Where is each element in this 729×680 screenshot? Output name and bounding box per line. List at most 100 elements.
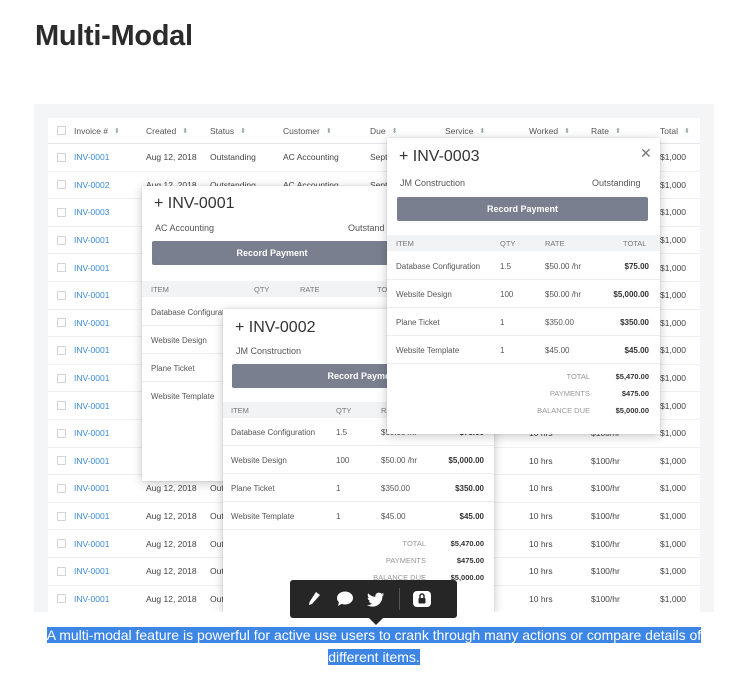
row-checkbox[interactable]: [57, 144, 66, 171]
col-rate: RATE: [300, 285, 320, 294]
sort-icon[interactable]: ⬍: [479, 127, 485, 135]
sort-icon[interactable]: ⬍: [615, 127, 621, 135]
cell-total: $1,000: [660, 345, 686, 356]
cell-invoice[interactable]: INV-0001: [74, 392, 109, 419]
pencil-icon[interactable]: [302, 587, 326, 611]
cell-due: Sept: [370, 152, 388, 163]
row-checkbox[interactable]: [57, 558, 66, 585]
cell-total: $1,000: [660, 290, 686, 301]
selection-share-toolbar: [290, 580, 457, 618]
cell-invoice[interactable]: INV-0001: [74, 144, 109, 171]
sort-icon[interactable]: ⬍: [114, 127, 120, 135]
item-rate: $50.00 /hr: [545, 290, 582, 299]
cell-invoice[interactable]: INV-0001: [74, 420, 109, 447]
cell-total: $1,000: [660, 566, 686, 577]
column-header-label: Status: [210, 125, 235, 136]
cell-invoice[interactable]: INV-0002: [74, 172, 109, 199]
summary-value: $5,470.00: [450, 539, 484, 548]
cell-invoice[interactable]: INV-0001: [74, 227, 109, 254]
item-rate: $50.00 /hr: [381, 456, 418, 465]
cell-worked: 10 hrs: [529, 511, 553, 522]
row-checkbox[interactable]: [57, 254, 66, 281]
item-item: Website Template: [396, 346, 460, 355]
column-header-invoice[interactable]: Invoice # ⬍: [74, 118, 120, 143]
cell-rate: $100/hr: [591, 593, 620, 604]
cell-invoice[interactable]: INV-0001: [74, 475, 109, 502]
cell-total: $1,000: [660, 317, 686, 328]
sort-icon[interactable]: ⬍: [564, 127, 570, 135]
sort-icon[interactable]: ⬍: [684, 127, 690, 135]
item-qty: 1: [500, 346, 505, 355]
row-checkbox[interactable]: [57, 337, 66, 364]
row-checkbox[interactable]: [57, 227, 66, 254]
row-checkbox[interactable]: [57, 172, 66, 199]
close-icon[interactable]: ✕: [640, 145, 652, 162]
record-payment-button[interactable]: Record Payment: [397, 197, 648, 221]
row-checkbox[interactable]: [57, 475, 66, 502]
item-rate: $45.00: [381, 512, 406, 521]
invoice-modal-inv-0003[interactable]: + INV-0003 ✕ JM Construction Outstanding…: [387, 138, 660, 434]
screenshot-figure: Invoice # ⬍ Created ⬍ Status ⬍ Customer ⬍ Due ⬍ Se…: [34, 104, 714, 612]
col-qty: QTY: [336, 406, 352, 415]
cell-rate: $100/hr: [591, 566, 620, 577]
column-header-status[interactable]: Status ⬍: [210, 118, 246, 143]
comment-icon[interactable]: [333, 587, 357, 611]
row-checkbox[interactable]: [57, 310, 66, 337]
column-header-total[interactable]: Total ⬍: [660, 118, 690, 143]
cell-worked: 10 hrs: [529, 538, 553, 549]
cell-invoice[interactable]: INV-0001: [74, 365, 109, 392]
item-item: Plane Ticket: [396, 318, 440, 327]
summary-label: PAYMENTS: [549, 389, 590, 398]
sort-icon[interactable]: ⬍: [182, 127, 188, 135]
cell-invoice[interactable]: INV-0001: [74, 586, 109, 612]
cell-worked: 10 hrs: [529, 566, 553, 577]
modal-line-item: Plane Ticket 1 $350.00 $350.00: [387, 308, 660, 336]
cell-invoice[interactable]: INV-0001: [74, 530, 109, 557]
summary-label: BALANCE DUE: [537, 406, 590, 415]
row-checkbox[interactable]: [57, 503, 66, 530]
item-rate: $50.00 /hr: [545, 262, 582, 271]
row-checkbox[interactable]: [57, 365, 66, 392]
cell-invoice[interactable]: INV-0003: [74, 199, 109, 226]
cell-invoice[interactable]: INV-0001: [74, 448, 109, 475]
modal-status: Outstanding: [592, 178, 641, 188]
cell-total: $1,000: [660, 152, 686, 163]
col-item: ITEM: [231, 406, 249, 415]
row-checkbox[interactable]: [57, 282, 66, 309]
cell-invoice[interactable]: INV-0001: [74, 310, 109, 337]
item-item: Website Design: [231, 456, 287, 465]
modal-items-header: ITEM QTY RATE TOTAL: [387, 235, 660, 251]
cell-invoice[interactable]: INV-0001: [74, 558, 109, 585]
column-header-created[interactable]: Created ⬍: [146, 118, 188, 143]
col-rate: RATE: [545, 239, 565, 248]
cell-invoice[interactable]: INV-0001: [74, 503, 109, 530]
column-header-customer[interactable]: Customer ⬍: [283, 118, 332, 143]
item-qty: 1.5: [336, 428, 348, 437]
row-checkbox[interactable]: [57, 586, 66, 612]
cell-invoice[interactable]: INV-0001: [74, 282, 109, 309]
cell-invoice[interactable]: INV-0001: [74, 337, 109, 364]
row-checkbox[interactable]: [57, 530, 66, 557]
summary-label: TOTAL: [566, 372, 590, 381]
lock-icon[interactable]: [410, 587, 434, 611]
item-item: Website Template: [231, 512, 295, 521]
item-name: Plane Ticket: [151, 364, 195, 373]
cell-rate: $100/hr: [591, 483, 620, 494]
sort-icon[interactable]: ⬍: [392, 127, 398, 135]
record-payment-button[interactable]: Record Payment: [152, 241, 392, 265]
row-checkbox[interactable]: [57, 420, 66, 447]
row-checkbox[interactable]: [57, 448, 66, 475]
row-checkbox[interactable]: [57, 199, 66, 226]
item-amount: $350.00: [455, 484, 484, 493]
modal-line-item: Plane Ticket 1 $350.00 $350.00: [223, 474, 494, 502]
sort-icon[interactable]: ⬍: [326, 127, 332, 135]
row-checkbox[interactable]: [57, 392, 66, 419]
sort-icon[interactable]: ⬍: [240, 127, 246, 135]
select-all-checkbox[interactable]: [57, 118, 66, 143]
column-header-label: Rate: [591, 125, 609, 136]
column-header-label: Created: [146, 125, 177, 136]
twitter-icon[interactable]: [364, 587, 388, 611]
cell-invoice[interactable]: INV-0001: [74, 254, 109, 281]
item-rate: $350.00: [381, 484, 410, 493]
column-header-label: Due: [370, 125, 386, 136]
